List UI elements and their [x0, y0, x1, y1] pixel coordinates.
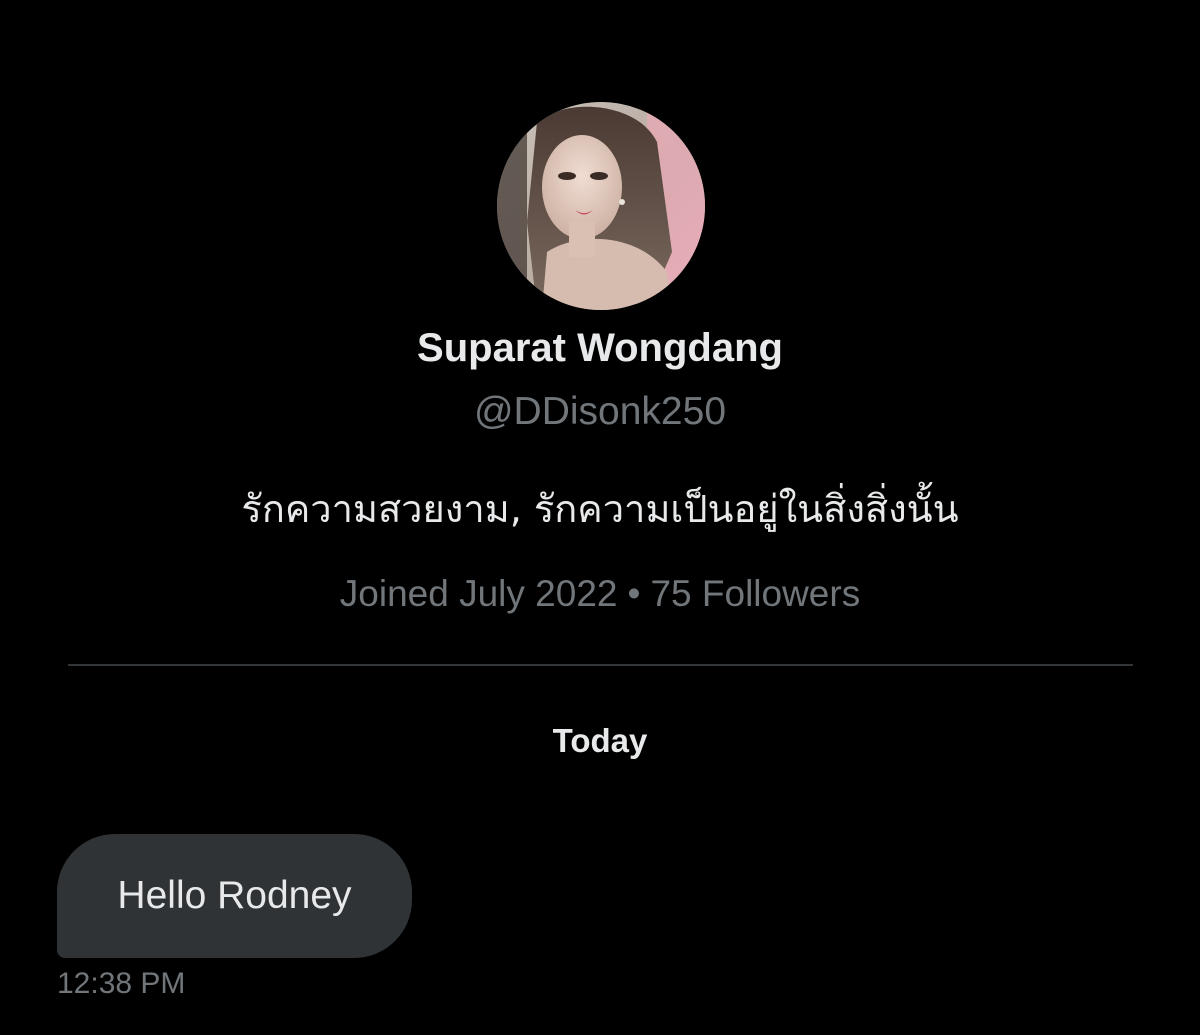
message-text: Hello Rodney — [117, 874, 352, 917]
username-handle: @DDisonk250 — [473, 390, 727, 433]
profile-bio: รักความสวยงาม, รักความเป็นอยู่ในสิ่งสิ่ง… — [241, 487, 959, 531]
date-separator: Today — [552, 722, 648, 759]
meta-separator: • — [627, 573, 641, 614]
followers-count[interactable]: 75 Followers — [650, 573, 860, 614]
avatar[interactable] — [497, 102, 705, 310]
message-timestamp: 12:38 PM — [57, 967, 186, 1000]
joined-date: Joined July 2022 — [339, 573, 618, 614]
avatar-photo — [497, 102, 705, 310]
display-name[interactable]: Suparat Wongdang — [0, 326, 1200, 371]
profile-meta: Joined July 2022 • 75 Followers — [0, 573, 1200, 615]
divider — [68, 664, 1133, 666]
message-bubble[interactable]: Hello Rodney — [57, 834, 412, 958]
